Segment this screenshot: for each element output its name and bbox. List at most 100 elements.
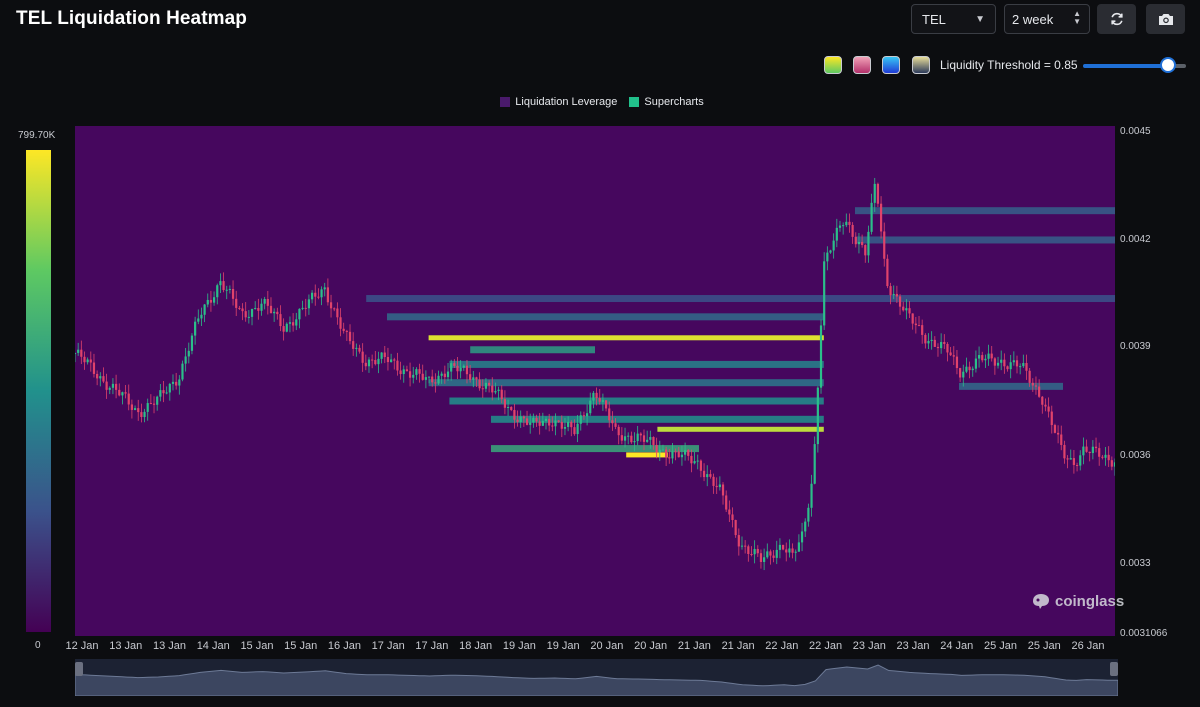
x-tick: 19 Jan: [546, 640, 580, 652]
candle-body: [225, 289, 228, 291]
candle-body: [361, 351, 364, 363]
candle-body: [851, 224, 854, 237]
candle-body: [257, 307, 260, 311]
candle-body: [943, 342, 946, 344]
candle-body: [879, 203, 883, 232]
candle-body: [500, 389, 503, 400]
candle-body: [794, 551, 797, 553]
refresh-icon: [1110, 12, 1123, 26]
candle-body: [687, 449, 690, 456]
candle-body: [1006, 366, 1009, 370]
candle-body: [1072, 458, 1076, 465]
candle-body: [1015, 360, 1019, 367]
candle-body: [105, 381, 108, 390]
candle-body: [149, 403, 152, 405]
candle-body: [1003, 359, 1006, 367]
candle-body: [778, 544, 782, 550]
candle-body: [813, 444, 816, 484]
candle-body: [582, 415, 586, 417]
x-tick: 22 Jan: [809, 640, 843, 652]
candle-body: [949, 352, 952, 356]
candle-body: [162, 390, 165, 394]
candle-body: [646, 439, 649, 442]
candle-body: [1110, 460, 1113, 467]
candle-body: [548, 418, 551, 426]
chevron-down-icon: ▼: [975, 14, 985, 25]
candle-body: [525, 418, 529, 425]
candle-body: [1069, 458, 1072, 460]
candle-body: [683, 449, 687, 455]
range-navigator[interactable]: [74, 659, 1119, 697]
candle-body: [1098, 448, 1101, 457]
x-tick: 13 Jan: [109, 640, 143, 652]
heatmap-plot[interactable]: [75, 126, 1115, 636]
navigator-overview: [74, 664, 1119, 697]
candle-body: [1019, 366, 1022, 368]
candle-body: [1094, 446, 1098, 449]
candle-body: [415, 369, 418, 375]
candle-body: [715, 485, 718, 488]
candle-body: [114, 383, 118, 390]
candle-body: [946, 343, 949, 353]
candle-body: [557, 420, 560, 422]
candle-body: [658, 449, 661, 453]
candle-body: [175, 381, 178, 386]
candle-body: [804, 521, 807, 532]
navigator-left-handle[interactable]: [75, 662, 83, 676]
candle-body: [781, 544, 785, 550]
screenshot-button[interactable]: [1146, 4, 1185, 34]
refresh-button[interactable]: [1097, 4, 1136, 34]
candle-body: [652, 437, 655, 445]
symbol-select[interactable]: TEL ▼: [911, 4, 996, 34]
candle-body: [440, 373, 443, 376]
candle-body: [576, 423, 579, 435]
candle-body: [478, 379, 481, 389]
candle-body: [140, 412, 143, 418]
candle-body: [279, 314, 282, 327]
candle-body: [427, 376, 431, 378]
palette-swatch-slate[interactable]: [912, 56, 930, 74]
legend-item-liquidation-leverage[interactable]: Liquidation Leverage: [500, 96, 617, 108]
palette-swatch-rose[interactable]: [853, 56, 871, 74]
candle-body: [753, 548, 756, 555]
threshold-slider-handle[interactable]: [1160, 57, 1176, 73]
candle-body: [1113, 462, 1115, 467]
range-select[interactable]: 2 week ▲ ▼: [1004, 4, 1090, 34]
x-tick: 17 Jan: [371, 640, 405, 652]
threshold-slider-fill[interactable]: [1083, 64, 1169, 68]
candle-body: [898, 296, 902, 307]
candle-body: [383, 352, 386, 358]
candle-body: [317, 296, 320, 298]
candle-body: [260, 303, 263, 311]
candle-body: [832, 240, 835, 251]
candle-body: [838, 225, 842, 228]
candle-body: [623, 436, 627, 441]
y-tick: 0.0031066: [1120, 628, 1168, 639]
palette-swatch-blue[interactable]: [882, 56, 900, 74]
candle-body: [892, 293, 895, 296]
candle-body: [168, 383, 171, 393]
candle-body: [434, 382, 437, 384]
candle-body: [475, 377, 478, 380]
x-tick: 25 Jan: [984, 640, 1018, 652]
coinglass-text: coinglass: [1055, 592, 1125, 610]
legend-item-supercharts[interactable]: Supercharts: [629, 96, 704, 108]
candle-body: [469, 374, 472, 380]
candle-body: [355, 347, 358, 349]
candle-body: [405, 369, 409, 372]
x-tick: 21 Jan: [721, 640, 755, 652]
liquidity-band: [428, 335, 824, 341]
x-tick: 13 Jan: [152, 640, 186, 652]
x-tick: 26 Jan: [1071, 640, 1105, 652]
navigator-right-handle[interactable]: [1110, 662, 1118, 676]
candle-body: [712, 476, 715, 486]
candle-body: [952, 355, 955, 357]
liquidity-band: [855, 207, 1115, 215]
candle-body: [744, 545, 747, 547]
candle-body: [1041, 396, 1044, 405]
candle-body: [348, 331, 352, 342]
candle-body: [538, 421, 541, 426]
candle-body: [102, 376, 105, 382]
palette-swatch-viridis[interactable]: [824, 56, 842, 74]
y-tick: 0.0033: [1120, 558, 1151, 569]
